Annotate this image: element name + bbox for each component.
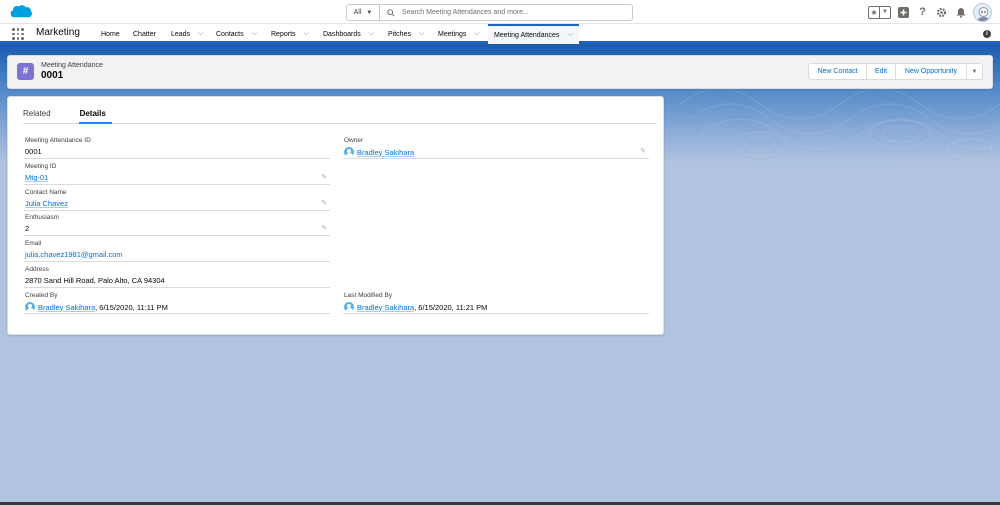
chevron-down-icon[interactable]: ▼	[879, 6, 890, 18]
field-value: 2	[25, 224, 30, 233]
nav-item-pitches[interactable]: Pitches ⌵	[388, 24, 424, 44]
created-by-user-link[interactable]: Bradley Sakihara	[38, 303, 95, 312]
chevron-down-icon[interactable]: ⌵	[198, 30, 203, 38]
contact-link[interactable]: Julia Chavez	[25, 199, 68, 208]
field-address: Address 2870 Sand Hill Road, Palo Alto, …	[24, 263, 330, 288]
nav-item-leads[interactable]: Leads ⌵	[171, 24, 203, 44]
user-avatar-icon	[25, 302, 35, 312]
edit-button[interactable]: Edit	[866, 63, 896, 80]
field-created-by: Created By Bradley Sakihara, 6/15/2020, …	[24, 289, 330, 314]
meeting-attendance-icon: #	[17, 63, 34, 80]
star-icon[interactable]: ★	[869, 7, 879, 18]
app-navigation: Marketing Home Chatter Leads ⌵ Contacts …	[0, 24, 1000, 44]
nav-item-meeting-attendances[interactable]: Meeting Attendances ⌵	[488, 24, 579, 44]
field-value: 0001	[25, 147, 42, 156]
edit-pencil-icon[interactable]: ✎	[321, 173, 327, 181]
search-input[interactable]: Search Meeting Attendances and more...	[402, 9, 529, 16]
field-label: Address	[25, 266, 49, 273]
chevron-down-icon[interactable]: ⌵	[252, 30, 257, 38]
field-value: Bradley Sakihara, 6/15/2020, 11:21 PM	[344, 302, 487, 312]
nav-item-label: Reports	[271, 30, 296, 38]
nav-item-home[interactable]: Home	[101, 24, 120, 44]
app-launcher-icon[interactable]	[12, 28, 24, 40]
record-tabs: Related Details	[23, 107, 656, 124]
nav-item-label: Home	[101, 30, 120, 38]
tab-details[interactable]: Details	[78, 107, 112, 124]
gear-icon[interactable]	[935, 6, 948, 19]
nav-item-label: Contacts	[216, 30, 244, 38]
field-owner: Owner Bradley Sakihara ✎	[343, 134, 649, 159]
record-header: # Meeting Attendance 0001 New Contact Ed…	[7, 55, 993, 89]
field-value: Bradley Sakihara	[344, 147, 414, 157]
field-label: Last Modified By	[344, 292, 393, 299]
meeting-link[interactable]: Mtg-01	[25, 173, 48, 182]
user-avatar-icon	[344, 302, 354, 312]
email-link[interactable]: julia.chavez1981@gmail.com	[25, 250, 123, 259]
more-actions-chevron-icon[interactable]: ▼	[966, 63, 983, 80]
app-name: Marketing	[36, 27, 80, 38]
favorites-button[interactable]: ★ ▼	[868, 5, 891, 19]
address-value[interactable]: 2870 Sand Hill Road, Palo Alto, CA 94304	[25, 276, 165, 285]
nav-item-chatter[interactable]: Chatter	[133, 24, 156, 44]
chevron-down-icon[interactable]: ⌵	[419, 30, 424, 38]
field-email: Email julia.chavez1981@gmail.com	[24, 237, 330, 262]
global-search[interactable]: All ▼ Search Meeting Attendances and mor…	[346, 4, 633, 21]
user-avatar[interactable]	[973, 2, 992, 22]
bell-icon[interactable]	[954, 6, 967, 19]
field-last-modified-by: Last Modified By Bradley Sakihara, 6/15/…	[343, 289, 649, 314]
new-contact-button[interactable]: New Contact	[808, 63, 867, 80]
tab-related[interactable]: Related	[23, 107, 51, 124]
nav-item-meetings[interactable]: Meetings ⌵	[438, 24, 480, 44]
add-icon[interactable]	[897, 6, 910, 19]
user-avatar-icon	[344, 147, 354, 157]
field-label: Contact Name	[25, 189, 67, 196]
field-enthusiasm: Enthusiasm 2 ✎	[24, 211, 330, 236]
info-icon[interactable]: i	[983, 30, 991, 38]
chevron-down-icon[interactable]: ⌵	[369, 30, 374, 38]
utility-icons: ★ ▼ ?	[868, 2, 992, 22]
help-icon[interactable]: ?	[916, 6, 929, 19]
nav-item-label: Dashboards	[323, 30, 361, 38]
nav-item-label: Leads	[171, 30, 191, 38]
chevron-down-icon[interactable]: ⌵	[567, 31, 572, 39]
nav-item-label: Meetings	[438, 30, 467, 38]
nav-item-contacts[interactable]: Contacts ⌵	[216, 24, 257, 44]
global-header: All ▼ Search Meeting Attendances and mor…	[0, 0, 1000, 24]
nav-item-dashboards[interactable]: Dashboards ⌵	[323, 24, 374, 44]
caret-down-icon: ▼	[366, 9, 373, 16]
object-type-label: Meeting Attendance	[41, 62, 103, 69]
search-scope-label: All	[353, 9, 362, 16]
new-opportunity-button[interactable]: New Opportunity	[895, 63, 967, 80]
field-label: Email	[25, 240, 42, 247]
owner-user-link[interactable]: Bradley Sakihara	[357, 148, 414, 157]
field-meeting-attendance-id: Meeting Attendance ID 0001	[24, 134, 330, 159]
field-label: Meeting Attendance ID	[25, 137, 91, 144]
chevron-down-icon[interactable]: ⌵	[474, 30, 479, 38]
last-modified-user-link[interactable]: Bradley Sakihara	[357, 303, 414, 312]
record-name: 0001	[41, 70, 64, 81]
field-meeting-id: Meeting ID Mtg-01 ✎	[24, 160, 330, 185]
nav-item-reports[interactable]: Reports ⌵	[271, 24, 309, 44]
record-detail-card: Related Details Meeting Attendance ID 00…	[7, 96, 664, 335]
last-modified-date: , 6/15/2020, 11:21 PM	[414, 302, 488, 312]
nav-item-label: Meeting Attendances	[494, 31, 560, 39]
nav-item-label: Pitches	[388, 30, 411, 38]
field-value: Bradley Sakihara, 6/15/2020, 11:11 PM	[25, 302, 168, 312]
nav-item-label: Chatter	[133, 30, 156, 38]
created-date: , 6/15/2020, 11:11 PM	[95, 302, 168, 312]
chevron-down-icon[interactable]: ⌵	[304, 30, 309, 38]
field-label: Owner	[344, 137, 364, 144]
search-icon	[380, 8, 402, 17]
salesforce-logo[interactable]	[9, 4, 33, 20]
field-label: Created By	[25, 292, 58, 299]
edit-pencil-icon[interactable]: ✎	[321, 224, 327, 232]
search-scope-dropdown[interactable]: All ▼	[347, 5, 380, 20]
field-label: Enthusiasm	[25, 214, 59, 221]
field-label: Meeting ID	[25, 163, 57, 170]
edit-pencil-icon[interactable]: ✎	[321, 199, 327, 207]
field-contact-name: Contact Name Julia Chavez ✎	[24, 186, 330, 211]
record-actions: New Contact Edit New Opportunity ▼	[808, 63, 983, 80]
change-owner-icon[interactable]: ✎	[640, 147, 646, 155]
